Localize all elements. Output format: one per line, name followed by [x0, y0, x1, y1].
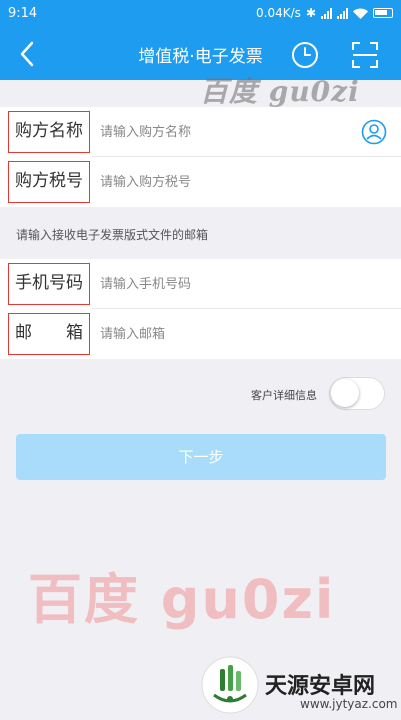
- email-hint: 请输入接收电子发票版式文件的邮箱: [16, 228, 209, 242]
- next-step-button[interactable]: 下一步: [16, 434, 386, 480]
- buyer-name-row: 购方名称: [0, 107, 401, 157]
- signal-icon-2: [337, 7, 348, 19]
- site-name: 天源安卓网: [265, 674, 376, 699]
- bluetooth-icon: ✱: [305, 6, 316, 20]
- signal-icon: [321, 7, 332, 19]
- battery-icon: [373, 8, 393, 18]
- email-label: 邮 箱: [8, 313, 90, 355]
- site-logo-icon: [201, 656, 259, 714]
- buyer-info-group: 购方名称 购方税号: [0, 107, 401, 207]
- contact-info-group: 手机号码 邮 箱: [0, 259, 401, 359]
- site-url: www.jytyaz.com: [300, 697, 398, 711]
- user-icon[interactable]: [361, 119, 387, 145]
- email-row: 邮 箱: [0, 309, 401, 359]
- phone-label: 手机号码: [8, 263, 90, 305]
- phone-input[interactable]: [100, 271, 350, 297]
- scan-icon[interactable]: [350, 40, 380, 70]
- buyer-name-label: 购方名称: [8, 111, 90, 153]
- status-bar: 9:14 0.04K/s ✱: [0, 0, 401, 28]
- network-speed: 0.04K/s: [256, 6, 301, 20]
- buyer-tax-label: 购方税号: [8, 161, 90, 203]
- details-toggle[interactable]: [329, 377, 385, 410]
- status-time: 9:14: [8, 6, 38, 21]
- watermark-center: 百度 gu0zi: [28, 568, 336, 631]
- toggle-knob: [331, 379, 359, 407]
- email-input[interactable]: [100, 321, 350, 347]
- page-title: 增值税·电子发票: [138, 47, 263, 67]
- phone-row: 手机号码: [0, 259, 401, 309]
- watermark-top: 百度 gu0zi: [200, 75, 360, 108]
- buyer-tax-input[interactable]: [100, 169, 350, 195]
- wifi-icon: [353, 8, 368, 19]
- clock-icon[interactable]: [290, 40, 320, 70]
- buyer-tax-row: 购方税号: [0, 157, 401, 207]
- details-toggle-label: 客户详细信息: [251, 389, 317, 402]
- buyer-name-input[interactable]: [100, 119, 350, 145]
- status-icons: 0.04K/s ✱: [256, 6, 393, 20]
